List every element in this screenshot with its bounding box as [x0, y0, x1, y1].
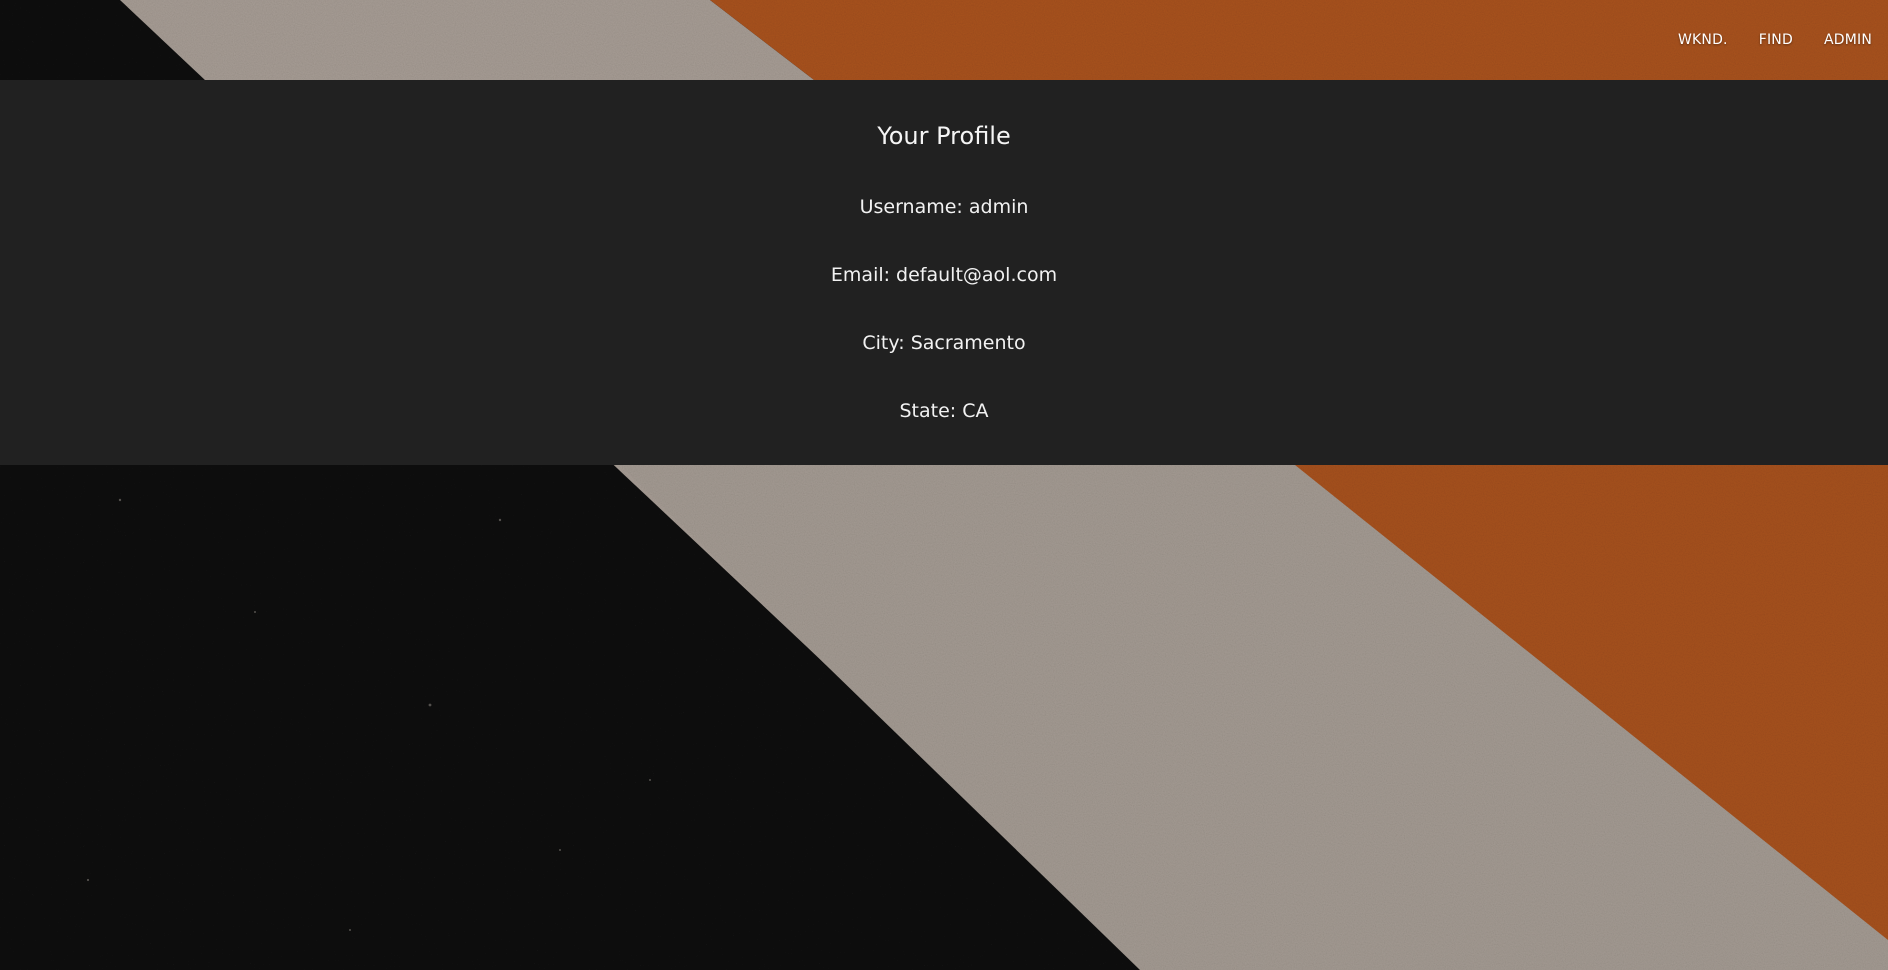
- nav-item-find[interactable]: FIND: [1759, 32, 1793, 48]
- profile-email: Email: default@aol.com: [830, 264, 1058, 286]
- top-navigation: WKND. FIND ADMIN: [1647, 0, 1888, 80]
- page-title: Your Profile: [877, 122, 1011, 150]
- profile-username: Username: admin: [859, 196, 1029, 218]
- nav-item-admin[interactable]: ADMIN: [1824, 32, 1872, 48]
- profile-state: State: CA: [899, 400, 989, 422]
- profile-panel: Your Profile Username: admin Email: defa…: [0, 80, 1888, 465]
- nav-item-wknd[interactable]: WKND.: [1678, 32, 1728, 48]
- profile-city: City: Sacramento: [862, 332, 1026, 354]
